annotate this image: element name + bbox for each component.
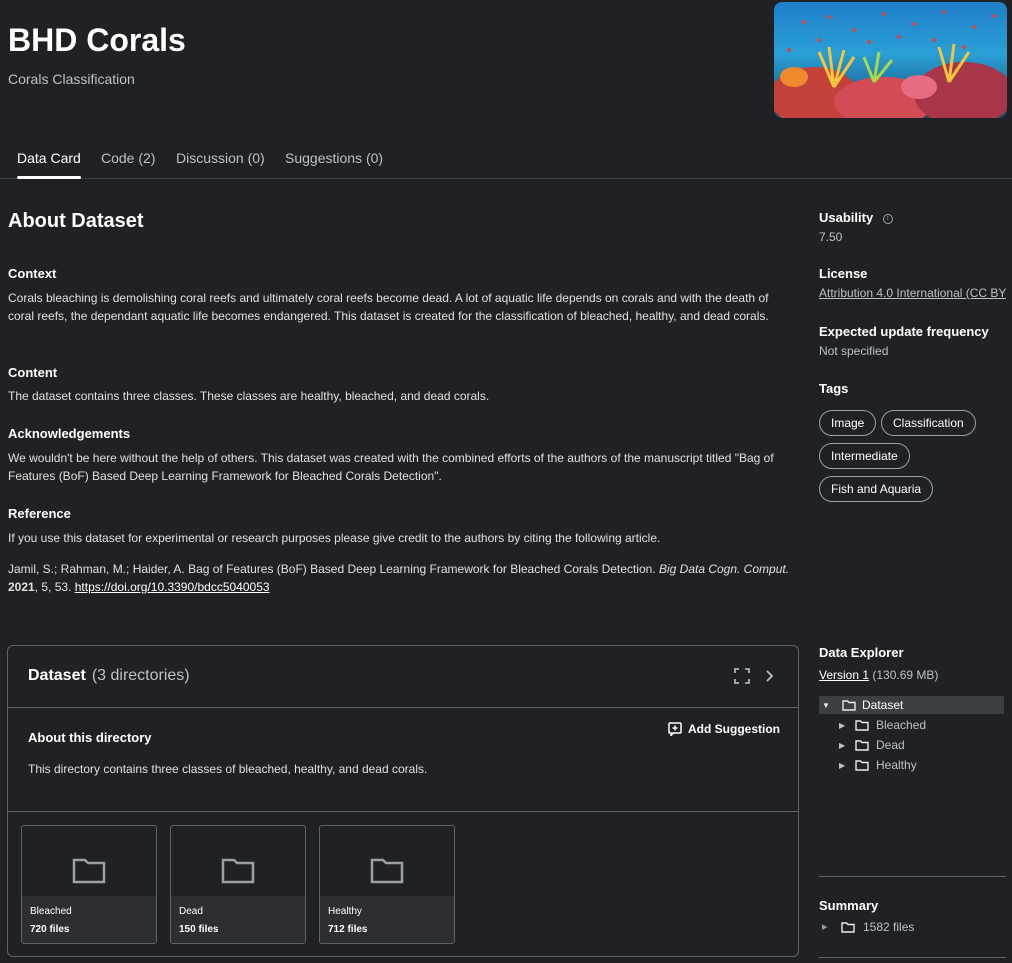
summary-files-row[interactable]: ▶ 1582 files xyxy=(819,920,914,934)
folder-icon xyxy=(855,739,869,751)
data-explorer-heading: Data Explorer xyxy=(819,645,904,660)
citation-journal: Big Data Cogn. Comput. xyxy=(658,562,790,576)
about-dataset-heading: About Dataset xyxy=(8,210,144,232)
folder-file-count: 720 files xyxy=(30,924,70,935)
folder-card-footer: Bleached 720 files xyxy=(22,896,156,943)
folder-name: Dead xyxy=(179,906,203,917)
folder-icon xyxy=(370,858,404,884)
dataset-subtitle: Corals Classification xyxy=(8,71,135,87)
directory-about-text: This directory contains three classes of… xyxy=(28,762,428,776)
tree-item-dataset[interactable]: ▼ Dataset xyxy=(819,696,1004,714)
tab-code[interactable]: Code (2) xyxy=(101,150,155,166)
folder-card-dead[interactable]: Dead 150 files xyxy=(170,825,306,944)
folder-card-healthy[interactable]: Healthy 712 files xyxy=(319,825,455,944)
tag-fish-and-aquaria[interactable]: Fish and Aquaria xyxy=(819,476,934,502)
version-info: Version 1 (130.69 MB) xyxy=(819,668,938,682)
dataset-panel-title: Dataset (3 directories) xyxy=(28,667,190,685)
summary-divider xyxy=(819,876,1006,877)
caret-right-icon[interactable]: ▶ xyxy=(839,741,853,750)
tag-intermediate[interactable]: Intermediate xyxy=(819,443,910,469)
caret-down-icon[interactable]: ▼ xyxy=(822,701,836,710)
tab-suggestions[interactable]: Suggestions (0) xyxy=(285,150,383,166)
tab-discussion[interactable]: Discussion (0) xyxy=(176,150,265,166)
license-link[interactable]: Attribution 4.0 International (CC BY 4.0… xyxy=(819,286,1006,300)
coral-reef-image xyxy=(774,2,1007,118)
folder-icon xyxy=(72,858,106,884)
citation-authors: Jamil, S.; Rahman, M.; Haider, A. Bag of… xyxy=(8,562,659,576)
caret-right-icon[interactable]: ▶ xyxy=(822,923,836,931)
version-link[interactable]: Version 1 xyxy=(819,668,869,682)
tree-item-healthy[interactable]: ▶ Healthy xyxy=(819,756,1004,774)
context-text: Corals bleaching is demolishing coral re… xyxy=(8,291,769,323)
directory-about-heading: About this directory xyxy=(28,730,152,745)
dataset-panel: Dataset (3 directories) About this direct… xyxy=(7,645,799,957)
tree-label: Bleached xyxy=(876,718,927,732)
folder-card-footer: Healthy 712 files xyxy=(320,896,454,943)
chevron-right-icon[interactable] xyxy=(760,667,778,685)
folder-file-count: 150 files xyxy=(179,924,219,935)
tab-data-card[interactable]: Data Card xyxy=(17,150,81,166)
acknowledgements-text: We wouldn't be here without the help of … xyxy=(8,451,774,483)
caret-right-icon[interactable]: ▶ xyxy=(839,721,853,730)
add-suggestion-icon xyxy=(668,722,682,736)
summary-bottom-divider xyxy=(819,957,1006,958)
content-heading: Content xyxy=(8,365,58,380)
folder-card-bleached[interactable]: Bleached 720 files xyxy=(21,825,157,944)
tree-label: Healthy xyxy=(876,758,917,772)
directory-about: About this directory This directory cont… xyxy=(8,708,798,812)
tag-image[interactable]: Image xyxy=(819,410,877,436)
reference-heading: Reference xyxy=(8,506,71,521)
reference-text: If you use this dataset for experimental… xyxy=(8,531,661,545)
usability-label-text: Usability xyxy=(819,210,874,225)
citation-year: 2021 xyxy=(8,580,35,594)
folder-card-footer: Dead 150 files xyxy=(171,896,305,943)
folder-name: Healthy xyxy=(328,906,362,917)
tree-item-bleached[interactable]: ▶ Bleached xyxy=(819,716,1004,734)
tag-classification[interactable]: Classification xyxy=(881,410,976,436)
folder-icon xyxy=(221,858,255,884)
citation-doi-link[interactable]: https://doi.org/10.3390/bdcc5040053 xyxy=(75,580,270,594)
add-suggestion-button[interactable]: Add Suggestion xyxy=(668,722,780,736)
citation: Jamil, S.; Rahman, M.; Haider, A. Bag of… xyxy=(8,560,793,596)
usability-value: 7.50 xyxy=(819,230,843,244)
summary-heading: Summary xyxy=(819,898,879,913)
tags-label: Tags xyxy=(819,381,849,396)
version-size: (130.69 MB) xyxy=(869,668,939,682)
update-frequency-label: Expected update frequency xyxy=(819,324,989,339)
tree-label: Dataset xyxy=(862,698,904,712)
content-text: The dataset contains three classes. Thes… xyxy=(8,389,490,403)
caret-right-icon[interactable]: ▶ xyxy=(839,761,853,770)
folder-icon xyxy=(842,699,856,711)
info-icon[interactable]: i xyxy=(882,213,893,224)
folder-icon xyxy=(855,759,869,771)
license-label: License xyxy=(819,266,868,281)
acknowledgements-heading: Acknowledgements xyxy=(8,426,131,441)
citation-volume: , 5, 53. xyxy=(34,580,75,594)
folder-file-count: 712 files xyxy=(328,924,368,935)
update-frequency-value: Not specified xyxy=(819,344,889,358)
usability-label: Usability i xyxy=(819,210,893,225)
directory-count: (3 directories) xyxy=(91,667,190,684)
fullscreen-icon[interactable] xyxy=(733,667,751,685)
tree-item-dead[interactable]: ▶ Dead xyxy=(819,736,1004,754)
dataset-panel-header: Dataset (3 directories) xyxy=(8,646,798,708)
summary-file-count: 1582 files xyxy=(863,920,915,934)
folder-icon xyxy=(855,719,869,731)
folder-icon xyxy=(841,921,855,933)
tab-bar: Data Card Code (2) Discussion (0) Sugges… xyxy=(0,140,1012,179)
dataset-title: BHD Corals xyxy=(8,22,186,58)
active-tab-indicator xyxy=(17,176,81,179)
context-heading: Context xyxy=(8,266,57,281)
tree-label: Dead xyxy=(876,738,905,752)
dataset-panel-title-text: Dataset xyxy=(28,667,86,684)
add-suggestion-label: Add Suggestion xyxy=(688,722,780,736)
folder-name: Bleached xyxy=(30,906,72,917)
